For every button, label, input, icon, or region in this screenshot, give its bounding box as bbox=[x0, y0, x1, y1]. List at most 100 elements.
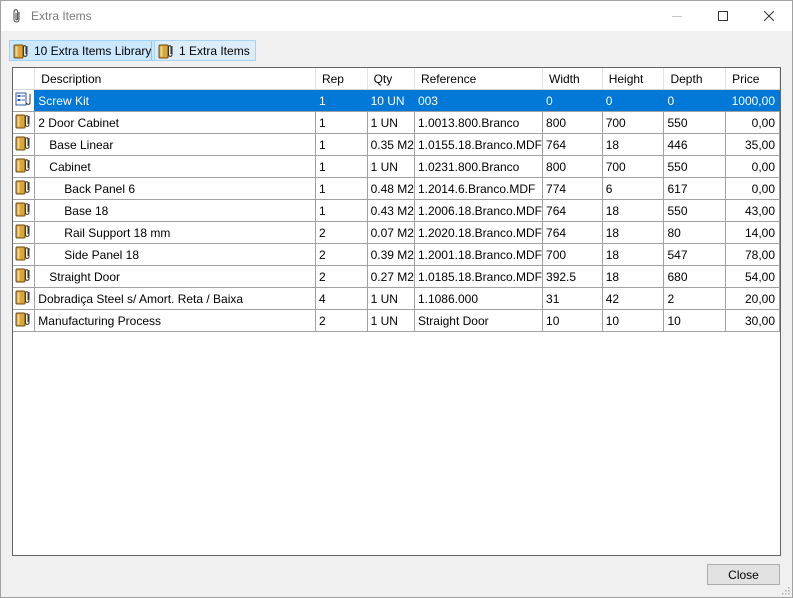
column-header-price[interactable]: Price bbox=[725, 68, 780, 90]
table-row[interactable]: Side Panel 18 2 0.39 M2 1.2001.18.Branco.MD… bbox=[13, 243, 780, 266]
cell-width: 764 bbox=[542, 133, 603, 156]
cell-qty: 10 UN bbox=[367, 89, 415, 112]
cell-rep: 1 bbox=[315, 155, 368, 178]
cell-description: Rail Support 18 mm bbox=[34, 221, 316, 244]
column-header-icon bbox=[13, 68, 36, 90]
tab-extra-items-library[interactable]: 10 Extra Items Library bbox=[9, 40, 158, 61]
cell-price: 14,00 bbox=[725, 221, 780, 244]
cell-reference: 1.2020.18.Branco.MDF bbox=[414, 221, 544, 244]
library-book-icon bbox=[13, 44, 28, 58]
cell-width: 800 bbox=[542, 111, 603, 134]
cell-rep: 2 bbox=[315, 309, 368, 332]
table-row[interactable]: Straight Door 2 0.27 M2 1.0185.18.Branco.MD… bbox=[13, 265, 780, 288]
cell-height: 18 bbox=[602, 265, 665, 288]
cell-width: 392.5 bbox=[542, 265, 603, 288]
cell-width: 31 bbox=[542, 287, 603, 310]
column-header-width[interactable]: Width bbox=[542, 68, 603, 90]
column-header-reference[interactable]: Reference bbox=[414, 68, 544, 90]
cell-width: 700 bbox=[542, 243, 603, 266]
cell-rep: 1 bbox=[315, 177, 368, 200]
cell-price: 30,00 bbox=[725, 309, 780, 332]
title-bar[interactable]: Extra Items bbox=[1, 1, 792, 31]
column-header-height[interactable]: Height bbox=[602, 68, 665, 90]
cell-depth: 617 bbox=[663, 177, 727, 200]
table-row[interactable]: Base Linear 1 0.35 M2 1.0155.18.Branco.MDF 7… bbox=[13, 133, 780, 156]
row-icon-cell bbox=[13, 111, 36, 134]
cell-price: 78,00 bbox=[725, 243, 780, 266]
cell-price: 43,00 bbox=[725, 199, 780, 222]
table-row[interactable]: Base 18 1 0.43 M2 1.2006.18.Branco.MDF 764 18… bbox=[13, 199, 780, 222]
cell-rep: 1 bbox=[315, 199, 368, 222]
kit-icon bbox=[15, 92, 31, 106]
cell-price: 35,00 bbox=[725, 133, 780, 156]
table-row[interactable]: Rail Support 18 mm 2 0.07 M2 1.2020.18.Bran… bbox=[13, 221, 780, 244]
minimize-button[interactable] bbox=[654, 1, 700, 31]
column-header-rep[interactable]: Rep bbox=[315, 68, 368, 90]
cell-reference: Straight Door bbox=[414, 309, 544, 332]
close-window-button[interactable] bbox=[746, 1, 792, 31]
cell-reference: 1.2006.18.Branco.MDF bbox=[414, 199, 544, 222]
cell-height: 18 bbox=[602, 199, 665, 222]
table-row[interactable]: Back Panel 6 1 0.48 M2 1.2014.6.Branco.MDF 7… bbox=[13, 177, 780, 200]
grid-body: Screw Kit 1 10 UN 003 0 0 0 1000,00 2 Door Cabin… bbox=[13, 89, 780, 332]
close-button[interactable]: Close bbox=[707, 564, 780, 585]
table-row[interactable]: Cabinet 1 1 UN 1.0231.800.Branco 800 700 550 0,… bbox=[13, 155, 780, 178]
items-grid[interactable]: Description Rep Qty Reference Width Heig… bbox=[12, 67, 781, 556]
cell-rep: 2 bbox=[315, 265, 368, 288]
row-icon-cell bbox=[13, 221, 36, 244]
extra-items-window: Extra Items 10 Extra Items Library 1 Ext… bbox=[0, 0, 793, 598]
cell-description: Base Linear bbox=[34, 133, 316, 156]
cell-qty: 1 UN bbox=[367, 287, 415, 310]
cell-height: 18 bbox=[602, 243, 665, 266]
row-icon-cell bbox=[13, 199, 36, 222]
cell-height: 10 bbox=[602, 309, 665, 332]
cell-width: 764 bbox=[542, 199, 603, 222]
row-icon-cell bbox=[13, 89, 36, 112]
minimize-icon bbox=[672, 16, 682, 17]
cell-depth: 550 bbox=[663, 111, 727, 134]
cell-description: Manufacturing Process bbox=[34, 309, 316, 332]
cell-reference: 1.0231.800.Branco bbox=[414, 155, 544, 178]
table-row[interactable]: 2 Door Cabinet 1 1 UN 1.0013.800.Branco 800 7… bbox=[13, 111, 780, 134]
cell-price: 20,00 bbox=[725, 287, 780, 310]
row-icon-cell bbox=[13, 309, 36, 332]
item-icon bbox=[15, 290, 30, 305]
toolbar-separator bbox=[151, 41, 152, 60]
column-header-qty[interactable]: Qty bbox=[367, 68, 415, 90]
cell-height: 700 bbox=[602, 111, 665, 134]
row-icon-cell bbox=[13, 177, 36, 200]
cell-price: 0,00 bbox=[725, 155, 780, 178]
cell-qty: 0.07 M2 bbox=[367, 221, 415, 244]
cell-depth: 0 bbox=[663, 89, 727, 112]
cell-rep: 1 bbox=[315, 111, 368, 134]
tab-extra-items[interactable]: 1 Extra Items bbox=[154, 40, 256, 61]
cell-price: 54,00 bbox=[725, 265, 780, 288]
cell-reference: 1.0013.800.Branco bbox=[414, 111, 544, 134]
cell-qty: 1 UN bbox=[367, 309, 415, 332]
cell-rep: 2 bbox=[315, 221, 368, 244]
cell-width: 774 bbox=[542, 177, 603, 200]
column-header-description[interactable]: Description bbox=[34, 68, 316, 90]
cell-height: 0 bbox=[602, 89, 665, 112]
close-icon bbox=[764, 11, 774, 21]
cell-rep: 4 bbox=[315, 287, 368, 310]
column-header-depth[interactable]: Depth bbox=[663, 68, 727, 90]
resize-grip-icon[interactable] bbox=[780, 585, 790, 595]
cell-description: Screw Kit bbox=[34, 89, 316, 112]
table-row[interactable]: Screw Kit 1 10 UN 003 0 0 0 1000,00 bbox=[13, 89, 780, 112]
cell-description: Cabinet bbox=[34, 155, 316, 178]
cell-width: 800 bbox=[542, 155, 603, 178]
item-icon bbox=[15, 224, 30, 239]
cell-width: 10 bbox=[542, 309, 603, 332]
maximize-button[interactable] bbox=[700, 1, 746, 31]
cell-rep: 1 bbox=[315, 89, 368, 112]
cell-height: 700 bbox=[602, 155, 665, 178]
item-icon bbox=[15, 114, 30, 129]
table-row[interactable]: Manufacturing Process 2 1 UN Straight Door 1… bbox=[13, 309, 780, 332]
row-icon-cell bbox=[13, 155, 36, 178]
item-icon bbox=[15, 158, 30, 173]
table-row[interactable]: Dobradiça Steel s/ Amort. Reta / Baixa 4 1… bbox=[13, 287, 780, 310]
cell-depth: 550 bbox=[663, 155, 727, 178]
row-icon-cell bbox=[13, 133, 36, 156]
cell-qty: 0.35 M2 bbox=[367, 133, 415, 156]
